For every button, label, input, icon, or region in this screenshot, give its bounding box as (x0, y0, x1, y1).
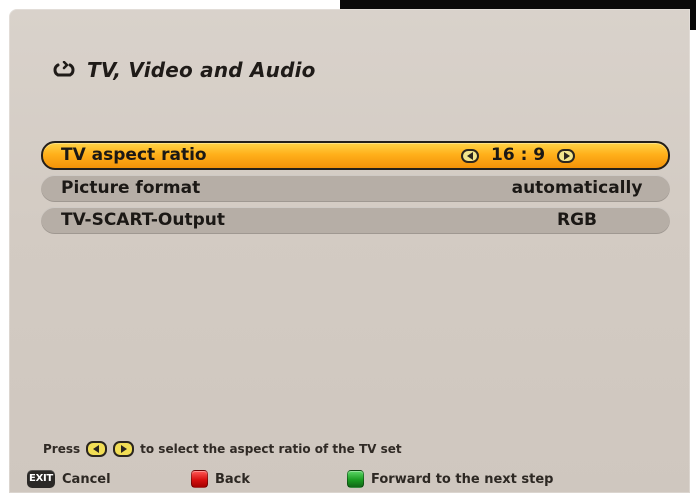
chevron-right-icon (121, 445, 128, 453)
tv-setup-screen: TV, Video and Audio TV aspect ratio 16 :… (0, 0, 696, 493)
back-label: Back (215, 471, 251, 487)
menu-row-tv-scart-output[interactable]: TV-SCART-Output RGB (41, 207, 670, 234)
menu-row-value: RGB (556, 210, 597, 230)
menu-row-value: 16 : 9 (491, 145, 546, 165)
cancel-action[interactable]: EXIT Cancel (27, 470, 111, 488)
help-text: Press to select the aspect ratio of the … (43, 441, 402, 457)
cancel-label: Cancel (62, 471, 111, 487)
chevron-right-icon (563, 151, 570, 160)
settings-menu: TV aspect ratio 16 : 9 Picture format au… (41, 141, 670, 239)
back-action[interactable]: Back (191, 470, 250, 488)
menu-row-tv-aspect-ratio[interactable]: TV aspect ratio 16 : 9 (41, 141, 670, 170)
forward-action[interactable]: Forward to the next step (347, 470, 553, 488)
help-prefix: Press (43, 442, 81, 456)
menu-row-label: TV aspect ratio (61, 145, 207, 165)
menu-row-value: automatically (511, 178, 643, 198)
menu-row-label: TV-SCART-Output (61, 210, 226, 230)
exit-key-icon[interactable]: EXIT (27, 470, 55, 488)
settings-panel: TV, Video and Audio TV aspect ratio 16 :… (9, 9, 690, 493)
right-arrow-key-icon (113, 441, 135, 457)
forward-label: Forward to the next step (371, 471, 554, 487)
green-key-icon[interactable] (347, 470, 364, 488)
menu-row-picture-format[interactable]: Picture format automatically (41, 175, 670, 202)
right-arrow-key-icon[interactable] (557, 148, 576, 163)
help-suffix: to select the aspect ratio of the TV set (140, 442, 402, 456)
footer-key-hints: EXIT Cancel Back Forward to the next ste… (0, 470, 696, 490)
left-arrow-key-icon (86, 441, 108, 457)
back-arrow-icon (53, 61, 75, 77)
page-title: TV, Video and Audio (87, 58, 316, 82)
red-key-icon[interactable] (191, 470, 208, 488)
menu-row-label: Picture format (61, 178, 201, 198)
aspect-ratio-selector[interactable]: 16 : 9 (461, 143, 576, 168)
page-header: TV, Video and Audio (53, 58, 316, 82)
left-arrow-key-icon[interactable] (461, 148, 479, 163)
chevron-left-icon (93, 445, 100, 453)
chevron-left-icon (466, 151, 473, 160)
